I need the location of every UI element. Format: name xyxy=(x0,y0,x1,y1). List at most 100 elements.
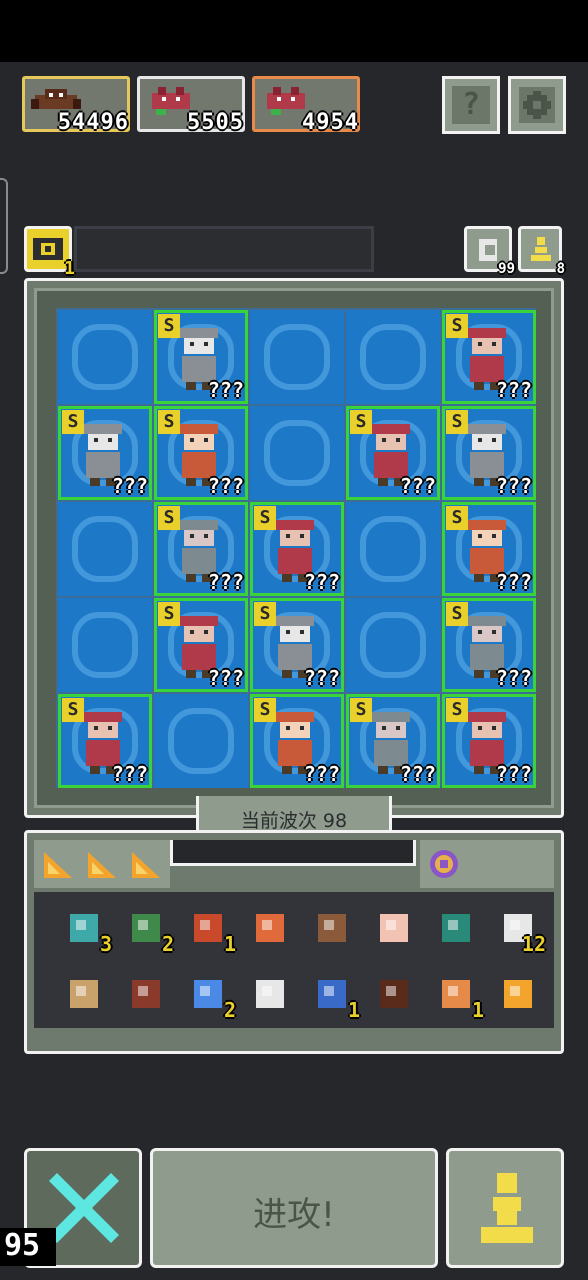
boss-card-3[interactable]: 4954 xyxy=(252,76,360,135)
inventory-item[interactable]: 1 xyxy=(188,908,236,956)
relic-tabs xyxy=(34,840,170,888)
item-count: 2 xyxy=(223,998,236,1022)
scroll-icon xyxy=(132,980,160,1008)
grid-cell[interactable] xyxy=(154,694,248,788)
grid-cell[interactable] xyxy=(346,310,440,404)
side-tab[interactable] xyxy=(0,178,8,274)
inventory-item[interactable]: 2 xyxy=(188,974,236,1022)
grid-cell[interactable]: S??? xyxy=(58,694,152,788)
pawn-button[interactable] xyxy=(446,1148,564,1268)
inventory-item[interactable] xyxy=(374,974,414,1014)
inventory-item[interactable] xyxy=(436,908,476,948)
grid-cell[interactable]: S??? xyxy=(442,310,536,404)
coin-slot[interactable]: 1 xyxy=(24,226,75,279)
trap-icon xyxy=(380,980,408,1008)
tile-pattern xyxy=(264,324,330,390)
ticket-icon[interactable] xyxy=(86,848,118,880)
inventory-item[interactable] xyxy=(250,908,290,948)
item-count: 1 xyxy=(223,932,236,956)
pawn-icon xyxy=(531,237,551,261)
grid-cell[interactable]: S??? xyxy=(442,502,536,596)
crystal-icon xyxy=(194,980,222,1008)
heart-shield-icon xyxy=(70,914,98,942)
grid-cell[interactable]: S??? xyxy=(346,694,440,788)
inventory-item[interactable]: 1 xyxy=(436,974,484,1022)
grid-cell[interactable]: S??? xyxy=(442,406,536,500)
ticket-icon[interactable] xyxy=(130,848,162,880)
pawn-counter[interactable]: 8 xyxy=(518,226,565,277)
unknown-value-label: ??? xyxy=(399,762,436,786)
table-icon xyxy=(442,914,470,942)
inventory-item[interactable]: 2 xyxy=(126,908,174,956)
unknown-value-label: ??? xyxy=(207,378,244,402)
grid-cell[interactable]: S??? xyxy=(154,406,248,500)
orb-icon xyxy=(430,850,458,878)
attack-button[interactable]: 进攻! xyxy=(150,1148,438,1268)
grid-cell[interactable] xyxy=(346,502,440,596)
battle-grid: S??? S??? S??? S??? S??? S??? S??? S??? S??? S???… xyxy=(56,308,536,788)
unknown-value-label: ??? xyxy=(207,666,244,690)
item-count: 2 xyxy=(161,932,174,956)
tile-pattern xyxy=(360,612,426,678)
rank-s-badge: S xyxy=(350,698,372,722)
grid-cell[interactable]: S??? xyxy=(250,694,344,788)
eye-orb-icon xyxy=(194,914,222,942)
grid-cell[interactable]: S??? xyxy=(154,502,248,596)
grid-cell[interactable] xyxy=(346,598,440,692)
rank-s-badge: S xyxy=(62,698,84,722)
inventory-item[interactable]: 3 xyxy=(64,908,112,956)
tile-pattern xyxy=(360,516,426,582)
rank-s-badge: S xyxy=(158,314,180,338)
inventory-item[interactable] xyxy=(64,974,104,1014)
grid-cell[interactable]: S??? xyxy=(442,598,536,692)
boss-card-2[interactable]: 5505 xyxy=(137,76,245,135)
grid-cell[interactable] xyxy=(58,598,152,692)
arrows-icon xyxy=(318,914,346,942)
grid-cell[interactable]: S??? xyxy=(154,310,248,404)
inventory-item[interactable]: 12 xyxy=(498,908,546,956)
rank-s-badge: S xyxy=(446,506,468,530)
grid-cell[interactable]: S??? xyxy=(58,406,152,500)
unknown-value-label: ??? xyxy=(495,666,532,690)
spikes-icon xyxy=(256,980,284,1008)
status-bar xyxy=(0,0,588,62)
inventory-item[interactable] xyxy=(250,974,290,1014)
grid-cell[interactable] xyxy=(58,310,152,404)
boss-power: 4954 xyxy=(302,110,359,135)
hood-icon xyxy=(442,980,470,1008)
grid-cell[interactable]: S??? xyxy=(154,598,248,692)
inventory-item[interactable] xyxy=(498,974,538,1014)
goblin-icon xyxy=(132,914,160,942)
tile-pattern xyxy=(168,708,234,774)
grid-cell[interactable]: S??? xyxy=(442,694,536,788)
staff-icon xyxy=(318,980,346,1008)
grid-cell[interactable] xyxy=(250,310,344,404)
inventory-divider xyxy=(170,840,416,866)
settings-button[interactable] xyxy=(508,76,566,134)
reroll-button[interactable]: 99 xyxy=(464,226,515,277)
grid-cell[interactable] xyxy=(58,502,152,596)
grid-cell[interactable]: S??? xyxy=(250,502,344,596)
unknown-value-label: ??? xyxy=(495,378,532,402)
inventory-item[interactable] xyxy=(374,908,414,948)
rank-s-badge: S xyxy=(254,602,276,626)
help-button[interactable]: ? xyxy=(442,76,500,134)
grid-cell[interactable]: S??? xyxy=(346,406,440,500)
inventory-item[interactable] xyxy=(312,908,352,948)
boss-card-1[interactable]: 54496 xyxy=(22,76,130,135)
inventory-item[interactable]: 1 xyxy=(312,974,360,1022)
grid-cell[interactable]: S??? xyxy=(250,598,344,692)
unknown-value-label: ??? xyxy=(111,762,148,786)
inventory-item[interactable] xyxy=(126,974,166,1014)
rank-s-badge: S xyxy=(158,602,180,626)
item-count: 3 xyxy=(99,932,112,956)
coin-icon xyxy=(33,238,63,260)
hand-icon xyxy=(380,914,408,942)
unknown-value-label: ??? xyxy=(495,474,532,498)
special-slot[interactable] xyxy=(420,840,554,888)
grid-cell[interactable] xyxy=(250,406,344,500)
wave-label: 当前波次 98 xyxy=(240,810,348,832)
ticket-icon[interactable] xyxy=(42,848,74,880)
boss-power: 5505 xyxy=(187,110,244,135)
unknown-value-label: ??? xyxy=(495,762,532,786)
